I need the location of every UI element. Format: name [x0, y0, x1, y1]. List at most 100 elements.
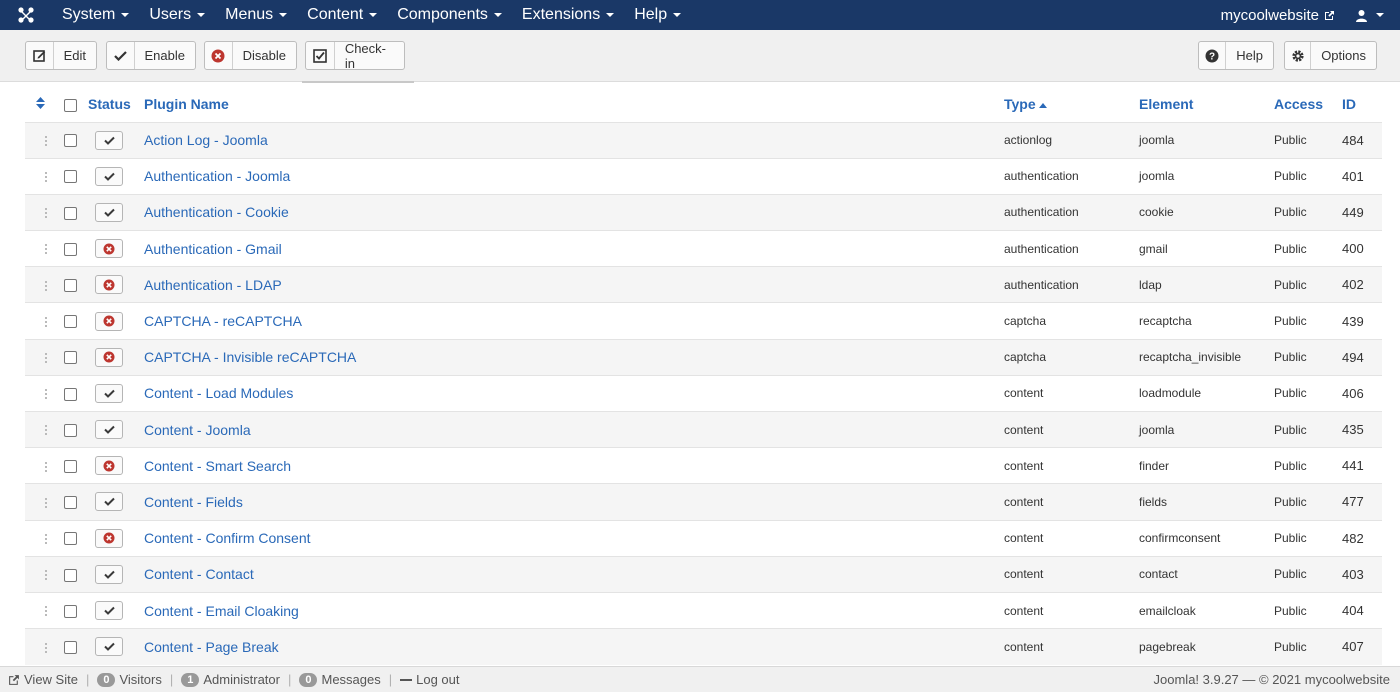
- plugin-name-link[interactable]: Content - Fields: [144, 494, 243, 510]
- plugin-name-link[interactable]: Content - Joomla: [144, 422, 251, 438]
- checkbox-cell: [55, 483, 88, 521]
- menu-content[interactable]: Content: [297, 0, 387, 30]
- menu-system[interactable]: System: [52, 0, 139, 30]
- drag-handle-icon[interactable]: [44, 171, 48, 184]
- row-checkbox[interactable]: [64, 170, 77, 184]
- row-checkbox[interactable]: [64, 604, 77, 618]
- svg-text:?: ?: [1209, 51, 1215, 62]
- visitors-link[interactable]: 0 Visitors: [89, 672, 170, 687]
- table-row: Content - Smart Search content finder Publi…: [25, 447, 1382, 484]
- plugin-name-link[interactable]: Content - Smart Search: [144, 458, 291, 474]
- disable-button[interactable]: Disable: [204, 41, 297, 70]
- row-checkbox[interactable]: [64, 242, 77, 256]
- enable-button[interactable]: Enable: [106, 41, 196, 70]
- plugin-name-link[interactable]: CAPTCHA - Invisible reCAPTCHA: [144, 349, 356, 365]
- drag-handle-icon[interactable]: [44, 569, 48, 582]
- select-all-checkbox[interactable]: [64, 98, 77, 112]
- access-cell: Public: [1274, 121, 1342, 159]
- status-enabled-button[interactable]: [95, 420, 123, 440]
- plugin-name-link[interactable]: Authentication - Joomla: [144, 168, 290, 184]
- plugin-name-link[interactable]: Content - Email Cloaking: [144, 603, 299, 619]
- user-menu[interactable]: [1355, 9, 1400, 22]
- plugin-name-link[interactable]: CAPTCHA - reCAPTCHA: [144, 313, 302, 329]
- menu-users[interactable]: Users: [139, 0, 215, 30]
- edit-button[interactable]: Edit: [25, 41, 97, 70]
- status-enabled-button[interactable]: [95, 202, 123, 222]
- status-disabled-button[interactable]: [95, 456, 123, 476]
- drag-handle-icon[interactable]: [44, 532, 48, 545]
- checkin-button[interactable]: Check-in: [305, 41, 405, 71]
- access-header[interactable]: Access: [1274, 86, 1342, 123]
- plugin-name-link[interactable]: Content - Page Break: [144, 639, 279, 655]
- status-enabled-button[interactable]: [95, 383, 123, 403]
- menu-components[interactable]: Components: [387, 0, 512, 30]
- view-site-link[interactable]: View Site: [0, 672, 86, 687]
- row-checkbox[interactable]: [64, 423, 77, 437]
- help-button[interactable]: ? Help: [1198, 41, 1274, 70]
- row-checkbox[interactable]: [64, 206, 77, 220]
- row-checkbox[interactable]: [64, 641, 77, 655]
- status-header[interactable]: Status: [88, 86, 144, 123]
- status-disabled-button[interactable]: [95, 528, 123, 548]
- external-link-icon: [1325, 10, 1334, 20]
- status-enabled-button[interactable]: [95, 564, 123, 584]
- menu-users-label: Users: [149, 6, 192, 23]
- status-disabled-button[interactable]: [95, 347, 123, 367]
- menu-help[interactable]: Help: [624, 0, 691, 30]
- status-disabled-button[interactable]: [95, 275, 123, 295]
- row-checkbox[interactable]: [64, 279, 77, 292]
- drag-handle-icon[interactable]: [44, 605, 48, 618]
- row-checkbox[interactable]: [64, 532, 77, 546]
- row-checkbox[interactable]: [64, 387, 77, 401]
- status-enabled-button[interactable]: [95, 166, 123, 186]
- status-enabled-button[interactable]: [95, 130, 123, 150]
- ordering-header[interactable]: [25, 86, 55, 123]
- row-checkbox[interactable]: [64, 568, 77, 582]
- logout-link[interactable]: Log out: [392, 672, 467, 687]
- drag-handle-icon[interactable]: [44, 641, 48, 654]
- drag-handle-icon[interactable]: [44, 388, 48, 401]
- plugin-name-link[interactable]: Content - Confirm Consent: [144, 530, 311, 546]
- drag-handle-icon[interactable]: [44, 496, 48, 509]
- drag-handle-icon[interactable]: [44, 134, 48, 147]
- site-name-link[interactable]: mycoolwebsite: [1221, 7, 1355, 24]
- type-header[interactable]: Type: [1004, 86, 1139, 123]
- plugin-name-link[interactable]: Authentication - Gmail: [144, 241, 282, 257]
- administrator-link[interactable]: 1 Administrator: [173, 672, 288, 687]
- access-cell: Public: [1274, 302, 1342, 340]
- status-disabled-button[interactable]: [95, 311, 123, 331]
- row-checkbox[interactable]: [64, 496, 77, 510]
- drag-handle-icon[interactable]: [44, 207, 48, 220]
- plugin-name-link[interactable]: Action Log - Joomla: [144, 132, 268, 148]
- status-enabled-button[interactable]: [95, 601, 123, 621]
- drag-handle-icon[interactable]: [44, 460, 48, 473]
- access-cell: Public: [1274, 628, 1342, 665]
- messages-link[interactable]: 0 Messages: [291, 672, 388, 687]
- drag-handle-icon[interactable]: [44, 315, 48, 328]
- element-cell: gmail: [1139, 230, 1274, 267]
- row-checkbox[interactable]: [64, 134, 77, 148]
- joomla-logo-icon[interactable]: [0, 0, 52, 30]
- row-checkbox[interactable]: [64, 351, 77, 365]
- element-header[interactable]: Element: [1139, 86, 1274, 123]
- element-cell: recaptcha_invisible: [1139, 338, 1274, 376]
- status-enabled-button[interactable]: [95, 492, 123, 512]
- drag-handle-icon[interactable]: [44, 352, 48, 365]
- plugin-name-link[interactable]: Authentication - Cookie: [144, 204, 289, 220]
- id-header[interactable]: ID: [1342, 86, 1382, 123]
- menu-menus[interactable]: Menus: [215, 0, 297, 30]
- row-checkbox[interactable]: [64, 315, 77, 329]
- plugin-name-link[interactable]: Content - Load Modules: [144, 385, 293, 401]
- status-enabled-button[interactable]: [95, 637, 123, 657]
- plugin-name-link[interactable]: Content - Contact: [144, 566, 254, 582]
- plugin-name-header[interactable]: Plugin Name: [144, 86, 1004, 123]
- plugin-name-link[interactable]: Authentication - LDAP: [144, 277, 282, 293]
- drag-handle-icon[interactable]: [44, 424, 48, 437]
- drag-handle-icon[interactable]: [44, 243, 48, 256]
- row-checkbox[interactable]: [64, 459, 77, 473]
- drag-handle-icon[interactable]: [44, 279, 48, 292]
- options-button[interactable]: Options: [1284, 41, 1377, 70]
- status-disabled-button[interactable]: [95, 239, 123, 259]
- menu-extensions[interactable]: Extensions: [512, 0, 624, 30]
- access-cell: Public: [1274, 157, 1342, 195]
